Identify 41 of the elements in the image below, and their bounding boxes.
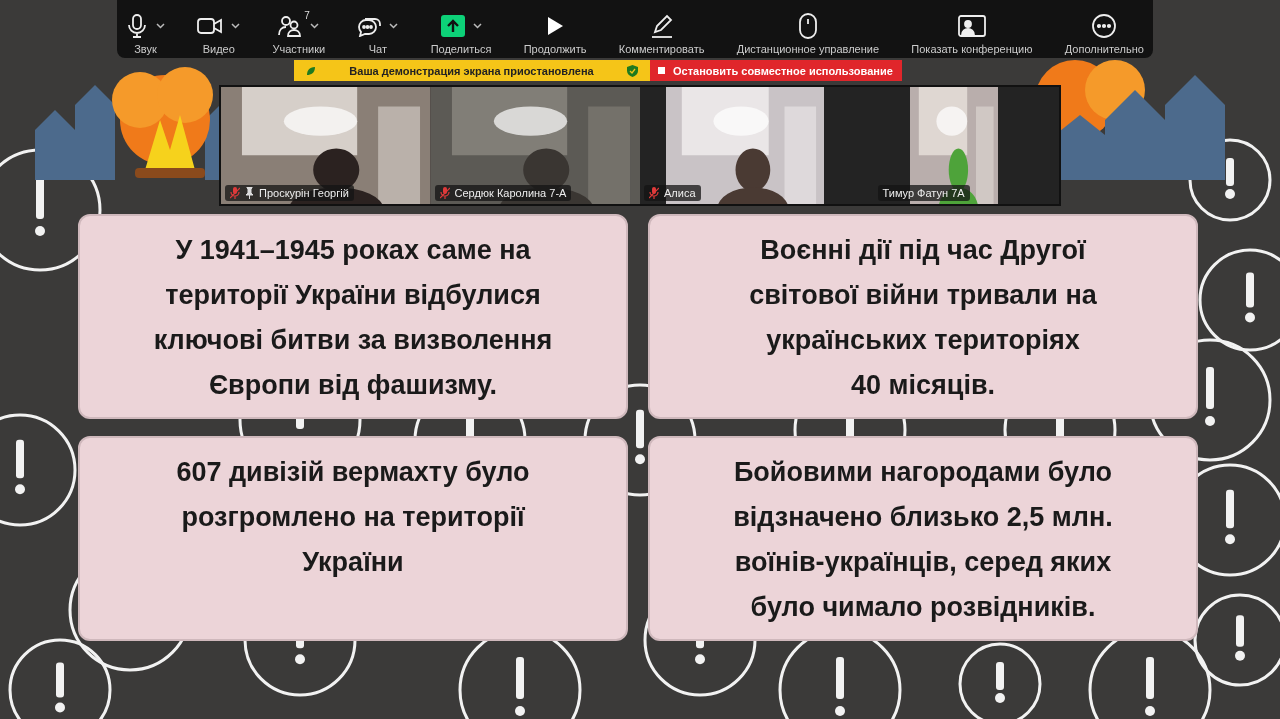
share-icon: [440, 15, 465, 37]
toolbar-button[interactable]: Видео: [194, 0, 244, 58]
participant-name: Тимур Фатун 7А: [882, 187, 965, 199]
fact-text: У 1941–1945 роках саме на території України відбулися ключові битви за визволення Європи від фашизму.: [153, 234, 553, 402]
presenter-icon: [957, 15, 986, 37]
toolbar-button[interactable]: Поделиться: [427, 0, 495, 58]
caret-icon: [310, 23, 320, 29]
status-text: Ваша демонстрация экрана приостановлена: [348, 64, 595, 77]
toolbar-button[interactable]: Показать конференцию: [908, 0, 1036, 58]
muted-microphone-icon: [439, 187, 450, 199]
participant-count: 7: [304, 10, 310, 21]
toolbar-button[interactable]: Комментировать: [615, 0, 708, 58]
chat-icon: [357, 15, 382, 37]
participant-name: Проскурін Георгій: [259, 187, 349, 199]
pencil-icon: [649, 14, 674, 38]
people-icon: [278, 15, 303, 37]
camera-icon: [197, 16, 224, 36]
more-icon: [1092, 14, 1117, 38]
mouse-icon: [798, 13, 817, 39]
microphone-icon: [126, 14, 148, 38]
leaf-icon: [306, 65, 316, 76]
caret-icon: [156, 23, 165, 29]
toolbar-button[interactable]: 7 Участники: [269, 0, 329, 58]
toolbar-button[interactable]: Дистанционное управление: [733, 0, 883, 58]
toolbar-button[interactable]: Продолжить: [520, 0, 590, 58]
fact-text: Воєнні дії під час Другої світової війни тривали на українських територіях 40 місяців.: [749, 234, 1097, 402]
participant-name: Сердюк Каролина 7-А: [454, 187, 567, 199]
caret-icon: [231, 23, 241, 29]
muted-microphone-icon: [230, 187, 240, 199]
toolbar-button[interactable]: Чат: [354, 0, 402, 58]
shield-icon: [627, 64, 638, 77]
fact-text: Бойовими нагородами було відзначено близько 2,5 млн. воїнів-українців, серед яких було чимало розвідників.: [733, 456, 1113, 624]
pin-icon: [245, 187, 254, 199]
caret-icon: [472, 23, 482, 29]
toolbar-button[interactable]: Дополнительно: [1061, 0, 1147, 58]
muted-microphone-icon: [649, 187, 659, 199]
stop-share-button[interactable]: Остановить совместное использование: [650, 60, 902, 81]
caret-icon: [389, 23, 399, 29]
toolbar-button[interactable]: Звук: [123, 0, 168, 58]
participant-name: Алиса: [664, 187, 696, 199]
fact-text: 607 дивізій вермахту було розгромлено на території України: [176, 456, 530, 579]
